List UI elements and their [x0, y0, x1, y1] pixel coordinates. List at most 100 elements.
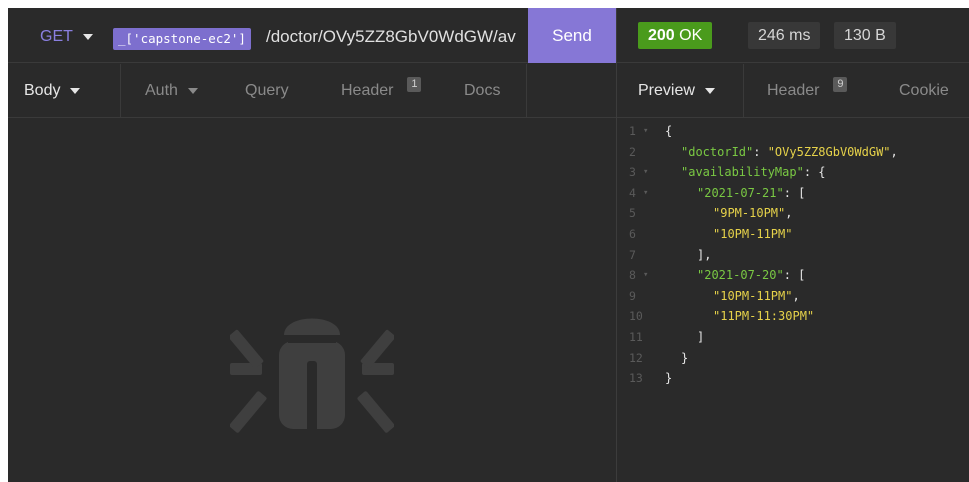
code-content: }	[665, 368, 672, 389]
tab-body[interactable]: Body	[24, 64, 81, 118]
bug-icon	[230, 318, 394, 436]
json-key: "availabilityMap"	[681, 165, 804, 180]
code-line: 2 "doctorId": "OVy5ZZ8GbV0WdGW",	[617, 142, 969, 163]
json-punctuation: {	[665, 124, 673, 138]
code-line: 11]	[617, 327, 969, 348]
code-content: "2021-07-20": [	[697, 265, 805, 286]
json-string: "OVy5ZZ8GbV0WdGW"	[767, 144, 891, 159]
status-code: 200	[648, 27, 675, 44]
code-content: {	[665, 121, 672, 142]
method-dropdown[interactable]: GET	[40, 28, 93, 46]
tab-label: Preview	[638, 82, 695, 99]
app-window: GET _['capstone-ec2'] /doctor/OVy5ZZ8GbV…	[8, 8, 969, 482]
line-number: 2	[629, 144, 636, 159]
line-number: 12	[629, 350, 643, 365]
json-punctuation: ,	[792, 288, 800, 303]
status-text: OK	[679, 27, 703, 44]
json-punctuation: }	[665, 371, 673, 386]
header-count-badge: 9	[833, 76, 848, 92]
json-punctuation: : [	[783, 268, 806, 283]
code-content: "10PM-11PM",	[713, 286, 800, 307]
request-tabs: Body Auth Query Header 1 Docs	[8, 64, 616, 118]
code-content: "11PM-11:30PM"	[713, 306, 814, 327]
code-content: "availabilityMap": {	[681, 162, 826, 183]
json-punctuation: :	[753, 144, 768, 159]
json-punctuation: : [	[783, 185, 806, 200]
tab-query[interactable]: Query	[245, 64, 289, 118]
code-line: 1 ▾{	[617, 121, 969, 142]
tab-preview[interactable]: Preview	[638, 64, 715, 118]
tab-divider	[120, 64, 121, 118]
response-size-badge: 130 B	[834, 22, 896, 49]
line-number: 10	[629, 309, 643, 324]
code-content: ],	[697, 245, 711, 266]
fold-toggle-icon[interactable]: ▾	[643, 183, 648, 204]
tab-divider	[743, 64, 744, 118]
line-number: 9	[629, 288, 636, 303]
json-string: "10PM-11PM"	[713, 288, 793, 303]
line-number: 6	[629, 226, 636, 241]
json-string: "11PM-11:30PM"	[713, 309, 815, 324]
chevron-down-icon	[82, 34, 93, 40]
chevron-down-icon	[187, 88, 198, 94]
request-pane: GET _['capstone-ec2'] /doctor/OVy5ZZ8GbV…	[8, 8, 616, 482]
fold-toggle-icon[interactable]: ▾	[643, 265, 648, 286]
url-input[interactable]: /doctor/OVy5ZZ8GbV0WdGW/av	[266, 27, 528, 47]
code-content: "10PM-11PM"	[713, 224, 792, 245]
response-status-bar: 200 OK 246 ms 130 B	[617, 8, 969, 63]
tab-divider	[526, 64, 527, 118]
json-punctuation: ],	[697, 247, 712, 262]
chevron-down-icon	[704, 88, 715, 94]
code-line: 3 ▾ "availabilityMap": {	[617, 162, 969, 183]
code-content: "doctorId": "OVy5ZZ8GbV0WdGW",	[681, 142, 898, 163]
json-punctuation: ]	[697, 329, 705, 344]
line-number: 5	[629, 206, 636, 221]
json-string: "10PM-11PM"	[713, 226, 793, 241]
json-key: "2021-07-21"	[697, 185, 784, 200]
response-pane: 200 OK 246 ms 130 B Preview Header 9 Cook…	[617, 8, 969, 482]
url-bar: GET _['capstone-ec2'] /doctor/OVy5ZZ8GbV…	[8, 8, 616, 63]
tab-auth[interactable]: Auth	[145, 64, 198, 118]
fold-toggle-icon[interactable]: ▾	[643, 121, 648, 142]
code-content: ]	[697, 327, 704, 348]
code-line: 9 "10PM-11PM",	[617, 286, 969, 307]
code-line: 7],	[617, 245, 969, 266]
response-tabs: Preview Header 9 Cookie	[617, 64, 969, 118]
send-button[interactable]: Send	[528, 8, 616, 63]
json-punctuation: : {	[803, 165, 826, 180]
code-line: 8 ▾ "2021-07-20": [	[617, 265, 969, 286]
json-key: "doctorId"	[681, 144, 754, 159]
tab-header[interactable]: Header 1	[341, 64, 422, 118]
tab-label: Cookie	[899, 82, 949, 99]
code-line: 10 "11PM-11:30PM"	[617, 306, 969, 327]
response-body-viewer[interactable]: 1 ▾{2 "doctorId": "OVy5ZZ8GbV0WdGW", 3 ▾ "ava…	[617, 121, 969, 389]
response-time-badge: 246 ms	[748, 22, 821, 49]
code-line: 4 ▾ "2021-07-21": [	[617, 183, 969, 204]
tab-label: Body	[24, 82, 61, 99]
tab-label: Header	[341, 82, 394, 99]
json-punctuation: ,	[785, 206, 793, 221]
tab-label: Query	[245, 82, 289, 99]
json-punctuation: }	[681, 350, 689, 365]
tab-label: Header	[767, 82, 820, 99]
code-content: }	[681, 348, 688, 369]
line-number: 13	[629, 371, 643, 386]
code-line: 5 "9PM-10PM",	[617, 203, 969, 224]
header-count-badge: 1	[407, 76, 422, 92]
environment-variable-tag[interactable]: _['capstone-ec2']	[113, 28, 251, 50]
fold-toggle-icon[interactable]: ▾	[643, 162, 648, 183]
json-key: "2021-07-20"	[697, 268, 784, 283]
tab-label: Auth	[145, 82, 178, 99]
code-content: "2021-07-21": [	[697, 183, 805, 204]
chevron-down-icon	[70, 88, 81, 94]
tab-docs[interactable]: Docs	[464, 64, 500, 118]
status-badge: 200 OK	[638, 22, 713, 49]
tab-response-header[interactable]: Header 9	[767, 64, 848, 118]
tab-label: Docs	[464, 82, 501, 99]
code-line: 12}	[617, 348, 969, 369]
method-label: GET	[40, 28, 73, 45]
code-line: 13}	[617, 368, 969, 389]
tab-cookie[interactable]: Cookie	[899, 64, 949, 118]
code-content: "9PM-10PM",	[713, 203, 792, 224]
json-string: "9PM-10PM"	[713, 206, 786, 221]
